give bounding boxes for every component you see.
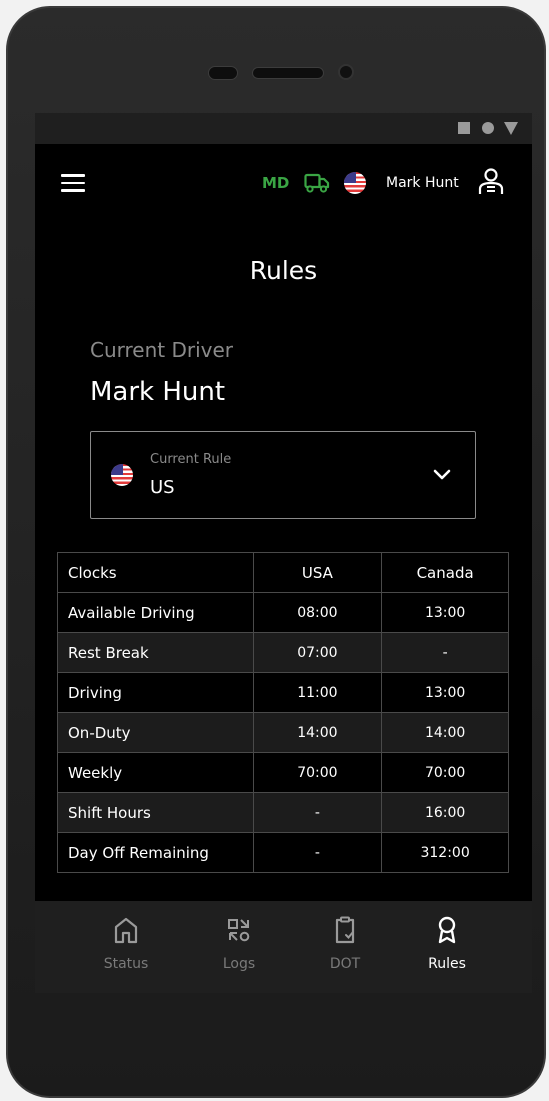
user-icon[interactable] xyxy=(478,167,504,197)
phone-sensor xyxy=(208,66,238,80)
nav-label-status: Status xyxy=(103,956,149,972)
phone-camera xyxy=(338,64,354,80)
nav-item-logs[interactable]: Logs xyxy=(189,901,289,993)
nav-item-status[interactable]: Status xyxy=(76,901,176,993)
app-screen: MD Mark Hunt Rules Current Driver Mark H… xyxy=(35,113,532,993)
recent-apps-icon xyxy=(458,122,470,134)
current-rule-label: Current Rule xyxy=(150,452,232,467)
nav-label-dot: DOT xyxy=(329,956,361,972)
current-rule-select[interactable]: Current Rule US xyxy=(90,431,476,519)
usa-value: 11:00 xyxy=(252,672,383,713)
nav-label-logs: Logs xyxy=(222,956,256,972)
table-row: Day Off Remaining - 312:00 xyxy=(57,832,509,873)
table-header-row: Clocks USA Canada xyxy=(57,552,509,593)
usa-value: - xyxy=(252,792,383,833)
table-row: Rest Break 07:00 - xyxy=(57,632,509,673)
canada-value: 13:00 xyxy=(381,592,509,633)
md-badge: MD xyxy=(262,174,290,192)
column-header-clocks: Clocks xyxy=(57,552,254,593)
clock-name: On-Duty xyxy=(57,712,254,753)
clock-name: Available Driving xyxy=(57,592,254,633)
truck-icon[interactable] xyxy=(304,170,330,194)
clock-name: Driving xyxy=(57,672,254,713)
canada-value: 312:00 xyxy=(381,832,509,873)
header-user-name: Mark Hunt xyxy=(386,175,459,191)
home-icon xyxy=(114,917,138,944)
page-title: Rules xyxy=(249,256,318,285)
canada-value: 14:00 xyxy=(381,712,509,753)
us-flag-icon xyxy=(111,464,133,486)
usa-value: 14:00 xyxy=(252,712,383,753)
current-driver-label: Current Driver xyxy=(90,338,234,362)
android-status-bar xyxy=(35,113,532,144)
hamburger-menu-icon[interactable] xyxy=(61,174,85,192)
nav-item-dot[interactable]: DOT xyxy=(295,901,395,993)
current-driver-name: Mark Hunt xyxy=(90,377,226,407)
table-row: Weekly 70:00 70:00 xyxy=(57,752,509,793)
canada-value: 70:00 xyxy=(381,752,509,793)
clock-name: Shift Hours xyxy=(57,792,254,833)
current-rule-value: US xyxy=(150,477,175,498)
column-header-canada: Canada xyxy=(381,552,509,593)
table-row: On-Duty 14:00 14:00 xyxy=(57,712,509,753)
phone-speaker xyxy=(252,67,324,79)
clipboard-check-icon xyxy=(335,916,355,944)
nav-item-rules[interactable]: Rules xyxy=(397,901,497,993)
us-flag-icon[interactable] xyxy=(344,172,366,194)
home-dot-icon xyxy=(482,122,494,134)
table-row: Driving 11:00 13:00 xyxy=(57,672,509,713)
bottom-navigation: Status Logs DOT Rules xyxy=(35,901,532,993)
table-row: Shift Hours - 16:00 xyxy=(57,792,509,833)
clock-name: Day Off Remaining xyxy=(57,832,254,873)
canada-value: - xyxy=(381,632,509,673)
clock-name: Rest Break xyxy=(57,632,254,673)
clock-name: Weekly xyxy=(57,752,254,793)
usa-value: 08:00 xyxy=(252,592,383,633)
nav-label-rules: Rules xyxy=(428,956,466,972)
clocks-table: Clocks USA Canada Available Driving 08:0… xyxy=(57,552,509,873)
usa-value: - xyxy=(252,832,383,873)
column-header-usa: USA xyxy=(252,552,383,593)
usa-value: 07:00 xyxy=(252,632,383,673)
table-row: Available Driving 08:00 13:00 xyxy=(57,592,509,633)
award-icon xyxy=(438,916,456,944)
canada-value: 16:00 xyxy=(381,792,509,833)
chevron-down-icon[interactable] xyxy=(431,464,453,486)
logs-icon xyxy=(228,919,250,942)
canada-value: 13:00 xyxy=(381,672,509,713)
back-triangle-icon xyxy=(504,122,518,135)
usa-value: 70:00 xyxy=(252,752,383,793)
